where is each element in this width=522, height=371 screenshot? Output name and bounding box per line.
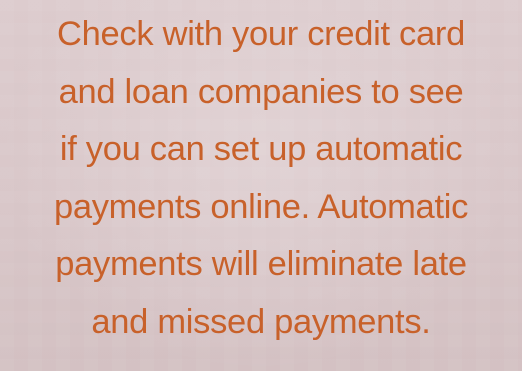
tip-line: and loan companies to see <box>58 72 464 111</box>
tip-card: Check with your credit card and loan com… <box>0 0 522 371</box>
tip-line: Check with your credit card <box>57 15 465 53</box>
tip-line: payments online. Automatic <box>53 187 469 226</box>
tip-text: Check with your credit card and loan com… <box>6 6 516 351</box>
tip-line: payments will eliminate late <box>55 245 467 283</box>
tip-line: if you can set up automatic <box>59 130 463 168</box>
tip-line: and missed payments. <box>91 302 431 341</box>
